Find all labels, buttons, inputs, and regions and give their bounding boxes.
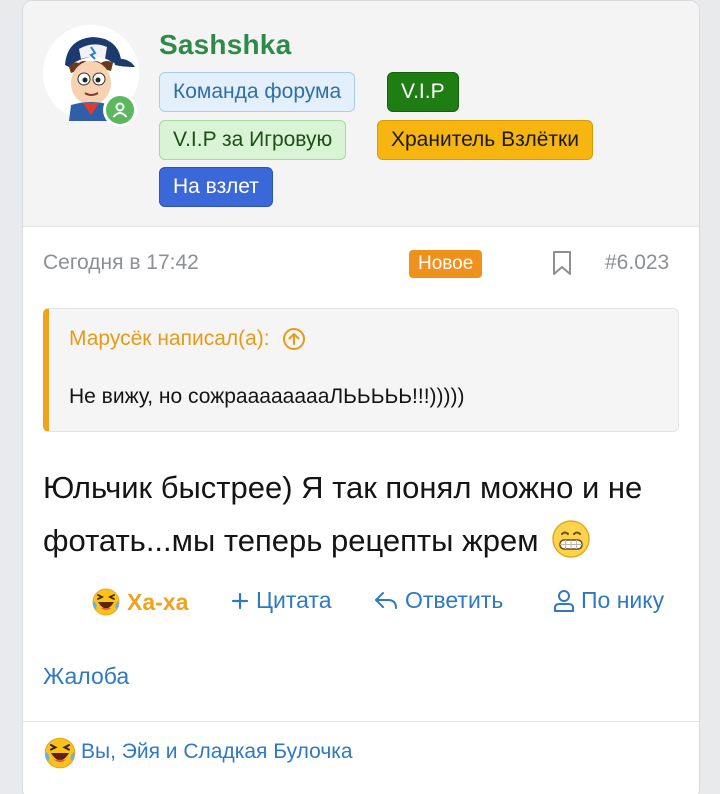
by-nick-button[interactable]: По нику	[553, 587, 664, 614]
quote-author[interactable]: Марусёк написал(а):	[69, 327, 270, 351]
reply-button[interactable]: Ответить	[373, 587, 503, 614]
post-date[interactable]: Сегодня в 17:42	[43, 251, 199, 275]
badge-takeoff: На взлет	[159, 167, 273, 207]
quote-label: Цитата	[256, 587, 332, 613]
quote-text: Не вижу, но сожрааааааааЛЬЬЬЬЬ!!!)))))	[69, 385, 465, 408]
badge-vip: V.I.P	[387, 72, 459, 112]
post-number[interactable]: #6.023	[605, 251, 669, 275]
reply-icon	[375, 591, 397, 609]
badge-forum-team: Команда форума	[159, 72, 356, 112]
bookmark-icon[interactable]	[551, 250, 573, 276]
reply-label: Ответить	[405, 587, 504, 613]
grin-emoji-icon	[552, 520, 590, 558]
post-actions: Ха-ха Цитата Ответить По нику	[23, 587, 699, 621]
new-badge: Новое	[409, 250, 483, 278]
laughing-emoji-icon	[92, 588, 120, 616]
message-body: Юльчик быстрее) Я так понял можно и не ф…	[43, 461, 693, 567]
user-block: Sashshka Команда форума V.I.P V.I.P за И…	[23, 1, 699, 227]
badge-vip-game: V.I.P за Игровую	[159, 120, 347, 160]
reactions-list[interactable]: Вы, Эйя и Сладкая Булочка	[81, 740, 353, 764]
haha-label: Ха-ха	[127, 588, 189, 615]
user-icon	[112, 102, 128, 118]
badge-keeper: Хранитель Взлётки	[377, 120, 593, 160]
quote-header[interactable]: Марусёк написал(а):	[69, 327, 306, 351]
online-status-indicator	[103, 93, 137, 127]
reactions-bar[interactable]: Вы, Эйя и Сладкая Булочка	[23, 721, 699, 781]
haha-reaction-button[interactable]: Ха-ха	[91, 587, 188, 617]
post-card: Sashshka Команда форума V.I.P V.I.P за И…	[22, 0, 700, 794]
arrow-up-circle-icon[interactable]	[282, 327, 306, 351]
by-nick-label: По нику	[581, 587, 665, 613]
user-icon	[554, 589, 574, 612]
plus-icon	[231, 592, 249, 609]
quote-button[interactable]: Цитата	[230, 587, 332, 614]
report-link[interactable]: Жалоба	[43, 663, 129, 690]
laughing-emoji-icon	[44, 737, 76, 769]
username[interactable]: Sashshka	[159, 29, 291, 61]
quote-block: Марусёк написал(а): Не вижу, но сожраааа…	[43, 308, 679, 432]
